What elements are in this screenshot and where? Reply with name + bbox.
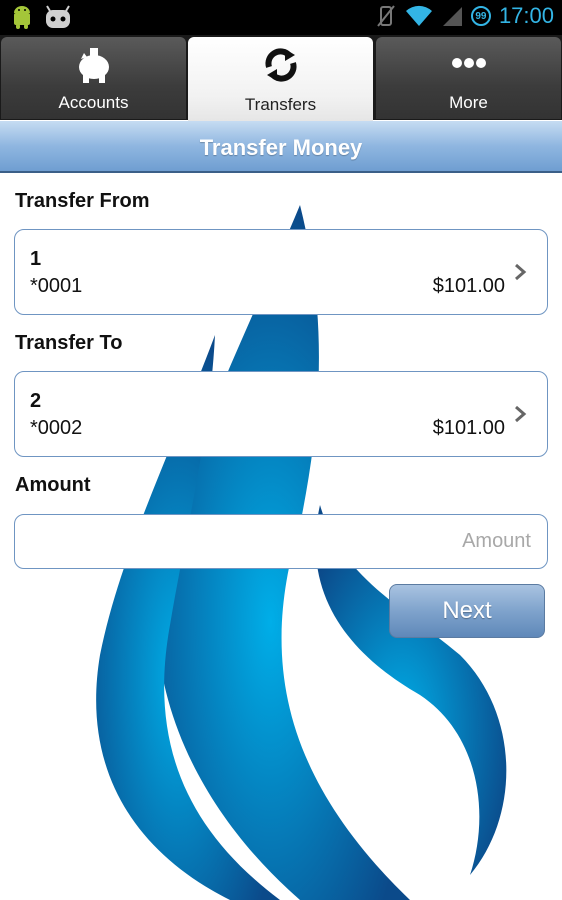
tab-more[interactable]: More	[376, 37, 561, 119]
tab-accounts[interactable]: Accounts	[1, 37, 186, 119]
chevron-right-icon	[515, 405, 527, 423]
wifi-icon	[405, 5, 432, 26]
clock: 17:00	[498, 3, 554, 28]
page-header: Transfer Money	[0, 121, 562, 173]
piggy-bank-icon	[78, 48, 109, 83]
signal-icon	[442, 7, 462, 26]
tab-label: Accounts	[58, 93, 129, 112]
transfer-to-label: Transfer To	[15, 332, 123, 354]
more-dots-icon	[451, 58, 486, 68]
amount-label: Amount	[15, 474, 91, 496]
account-name: 2	[30, 390, 42, 412]
account-name: 1	[30, 248, 42, 270]
account-balance: $101.00	[432, 417, 505, 439]
tab-label: Transfers	[244, 95, 317, 114]
amount-input[interactable]	[14, 514, 548, 569]
tab-transfers[interactable]: Transfers	[188, 37, 373, 121]
account-number: *0001	[30, 275, 83, 297]
transfer-from-account[interactable]: 1 *0001 $101.00	[14, 229, 548, 315]
transfer-to-account[interactable]: 2 *0002 $101.00	[14, 371, 548, 457]
account-number: *0002	[30, 417, 83, 439]
account-balance: $101.00	[432, 275, 505, 297]
page-title: Transfer Money	[199, 135, 363, 160]
tab-bar: Accounts Transfers More	[0, 35, 562, 121]
transfer-from-label: Transfer From	[15, 190, 150, 212]
battery-badge: 99	[470, 6, 491, 26]
mute-icon	[377, 5, 395, 27]
cyanogen-icon	[46, 5, 70, 28]
tab-label: More	[449, 93, 488, 112]
chevron-right-icon	[515, 263, 527, 281]
status-bar: 99 17:00	[0, 0, 562, 35]
next-button[interactable]: Next	[389, 584, 545, 638]
android-icon	[14, 6, 30, 29]
transfer-arrows-icon	[264, 48, 297, 82]
